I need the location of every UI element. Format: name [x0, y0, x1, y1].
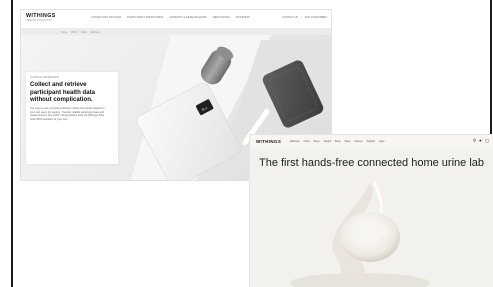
device-top: [352, 223, 388, 239]
nav-link-participant-monitoring[interactable]: PARTICIPANT MONITORING: [127, 16, 163, 19]
hero-headline: The first hands-free connected home urin…: [258, 157, 485, 169]
sub-link-home[interactable]: Home: [61, 31, 67, 34]
sub-link-rpm[interactable]: RPM: [71, 31, 76, 34]
nav-icons: ⚲ ● ▢: [473, 138, 489, 143]
nav-link-wellness[interactable]: Wellness: [290, 140, 300, 143]
withings-logo[interactable]: WITHINGS: [256, 139, 281, 144]
cart-icon[interactable]: ▢: [485, 138, 489, 143]
logo-subtitle: HEALTH SOLUTIONS: [26, 20, 53, 22]
for-consumers-link[interactable]: FOR CONSUMERS: [305, 16, 327, 19]
sub-link-wellness[interactable]: Wellness: [90, 31, 100, 34]
nav-separator: |: [301, 16, 302, 19]
withings-urine-lab-page-screenshot: WITHINGS Wellness Heart Sleep Weight Bod…: [250, 135, 493, 287]
top-navigation: WITHINGS Wellness Heart Sleep Weight Bod…: [250, 135, 493, 148]
nav-link-connected-devices[interactable]: CONNECTED DEVICES: [91, 16, 121, 19]
user-icon[interactable]: ●: [479, 138, 482, 143]
sub-link-trials[interactable]: Trials: [81, 31, 87, 34]
sub-navigation: Home RPM Trials Wellness: [61, 31, 100, 34]
withings-logo[interactable]: WITHINGS: [26, 13, 56, 19]
nav-link-shop[interactable]: Shop: [345, 140, 351, 143]
nav-link-weight[interactable]: Weight: [324, 140, 331, 143]
contact-us-link[interactable]: CONTACT US: [282, 16, 298, 19]
nav-links: CONNECTED DEVICES PARTICIPANT MONITORING…: [91, 16, 250, 19]
nav-link-apps[interactable]: Apps: [379, 140, 384, 143]
nav-link-body[interactable]: Body: [335, 140, 340, 143]
nav-link-business[interactable]: BUSINESS: [236, 16, 250, 19]
section-eyebrow: CLINICAL RESEARCH: [30, 76, 60, 79]
left-frame-border: [11, 0, 13, 287]
nav-right: CONTACT US | FOR CONSUMERS: [282, 16, 327, 19]
nav-link-heart[interactable]: Heart: [304, 140, 310, 143]
nav-link-resources[interactable]: RESOURCES: [213, 16, 230, 19]
hero-headline: Collect and retrieve participant health …: [30, 81, 96, 104]
nav-links: Wellness Heart Sleep Weight Body Shop Sc…: [290, 140, 384, 143]
search-icon[interactable]: ⚲: [473, 138, 476, 143]
nav-link-support[interactable]: Support: [367, 140, 375, 143]
nav-link-sleep[interactable]: Sleep: [314, 140, 320, 143]
nav-link-science[interactable]: Science: [354, 140, 363, 143]
hero-body-text: Our easy-to-use connected devices reduce…: [30, 107, 105, 121]
nav-link-experts[interactable]: EXPERTS & RESEARCHERS: [170, 16, 207, 19]
hero-text-card: CLINICAL RESEARCH Collect and retrieve p…: [26, 72, 118, 164]
canvas: WITHINGS HEALTH SOLUTIONS CONNECTED DEVI…: [0, 0, 493, 287]
top-navigation: WITHINGS HEALTH SOLUTIONS CONNECTED DEVI…: [21, 10, 331, 29]
